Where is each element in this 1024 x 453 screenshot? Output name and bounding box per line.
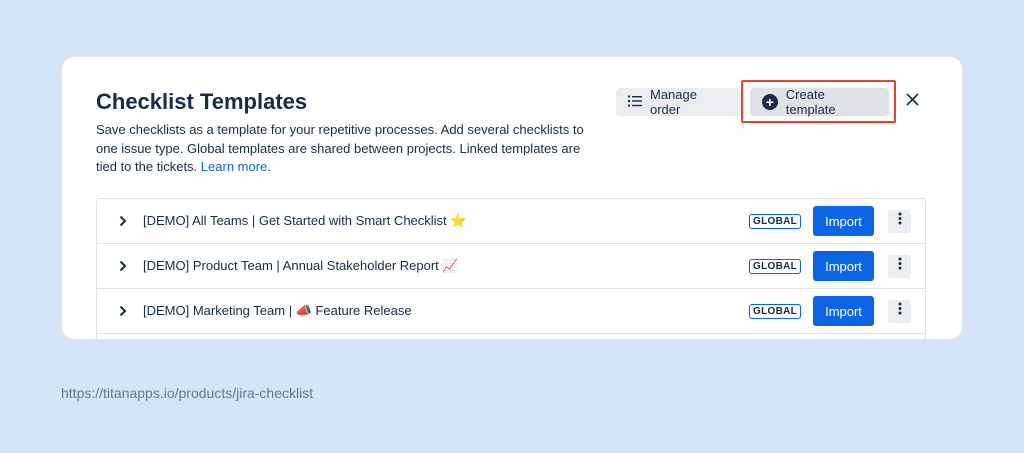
- create-template-label: Create template: [785, 87, 836, 117]
- more-vertical-icon: [898, 212, 902, 230]
- more-options-button[interactable]: [888, 299, 911, 323]
- template-name: [DEMO] Marketing Team | 📣 Feature Releas…: [143, 303, 412, 318]
- list-item: [DEMO] Product Team | Annual Stakeholder…: [97, 244, 925, 289]
- template-name: [DEMO] All Teams | Get Started with Smar…: [143, 213, 467, 228]
- global-badge: GLOBAL: [749, 303, 802, 319]
- list-item: [DEMO] Marketing Team | 📣 Feature Releas…: [97, 289, 925, 334]
- close-icon: [905, 93, 919, 111]
- import-button[interactable]: Import: [813, 251, 874, 281]
- more-options-button[interactable]: [888, 254, 911, 278]
- plus-circle-icon: +: [762, 94, 778, 110]
- global-badge: GLOBAL: [749, 258, 802, 274]
- chevron-right-icon[interactable]: [117, 304, 129, 318]
- description-period: .: [267, 159, 271, 174]
- more-options-button[interactable]: [888, 209, 911, 233]
- global-badge: GLOBAL: [749, 213, 802, 229]
- import-button[interactable]: Import: [813, 296, 874, 326]
- learn-more-link[interactable]: Learn more: [201, 159, 267, 174]
- chevron-right-icon[interactable]: [117, 259, 129, 273]
- chevron-right-icon[interactable]: [117, 214, 129, 228]
- list-icon: [628, 95, 642, 110]
- more-vertical-icon: [898, 302, 902, 320]
- dialog-description: Save checklists as a template for your r…: [96, 121, 596, 177]
- source-url: https://titanapps.io/products/jira-check…: [61, 385, 314, 401]
- close-button[interactable]: [903, 93, 921, 111]
- more-vertical-icon: [898, 257, 902, 275]
- list-item: [DEMO] All Teams | Get Started with Smar…: [97, 199, 925, 244]
- manage-order-label: Manage order: [650, 87, 697, 117]
- create-template-button[interactable]: + Create template: [750, 87, 889, 117]
- import-button[interactable]: Import: [813, 206, 874, 236]
- manage-order-button[interactable]: Manage order: [616, 87, 741, 117]
- dialog-title: Checklist Templates: [96, 89, 308, 114]
- description-text: Save checklists as a template for your r…: [96, 122, 584, 174]
- templates-list: [DEMO] All Teams | Get Started with Smar…: [96, 198, 926, 339]
- template-name: [DEMO] Product Team | Annual Stakeholder…: [143, 258, 459, 273]
- checklist-templates-dialog: Checklist Templates Save checklists as a…: [62, 57, 962, 339]
